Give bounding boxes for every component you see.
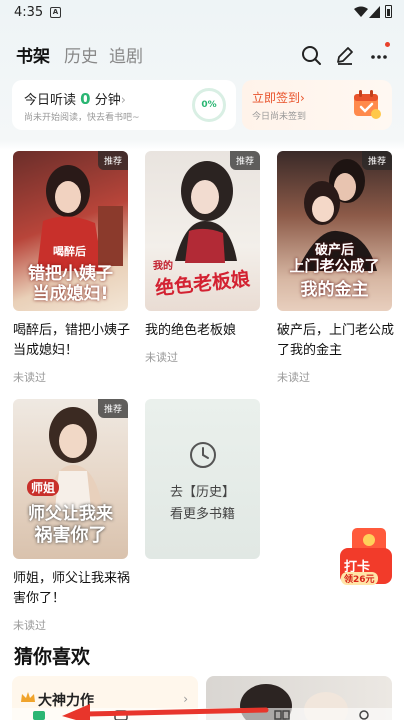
cover-text: 上门老公成了 (289, 257, 380, 275)
cover-text: 师姐 (27, 479, 60, 496)
signin-card[interactable]: 立即签到› 今日尚未签到 (242, 80, 392, 130)
book-cover[interactable]: 我的 绝色老板娘 推荐 (145, 151, 260, 311)
book-status: 未读过 (145, 351, 178, 364)
book-status: 未读过 (13, 371, 46, 384)
listen-time-card[interactable]: 今日听读 0 分钟› 尚未开始阅读，快去看书吧~ 0% (12, 80, 236, 130)
wifi-icon (354, 6, 368, 17)
book-cover[interactable]: 破产后 上门老公成了 我的金主 推荐 (277, 151, 392, 311)
edit-icon[interactable] (334, 44, 356, 66)
book-item[interactable]: 喝醉后 错把小姨子 当成媳妇! 推荐 喝醉后，错把小姨子当成媳妇！ 未读过 (13, 151, 131, 385)
book-item[interactable]: 破产后 上门老公成了 我的金主 推荐 破产后，上门老公成了我的金主 未读过 (277, 151, 395, 385)
bookshelf-nav-icon[interactable] (32, 710, 46, 720)
book-title[interactable]: 我的绝色老板娘 (145, 321, 263, 341)
profile-nav-icon[interactable] (358, 710, 370, 720)
status-time: 4:35 (14, 5, 44, 20)
checkin-float-button[interactable]: 打卡 领26元 (338, 526, 394, 588)
search-icon[interactable] (300, 44, 322, 66)
history-shortcut-card[interactable]: 去【历史】 看更多书籍 (145, 399, 260, 559)
recommend-tag: 推荐 (97, 151, 128, 170)
checkin-reward: 领26元 (341, 572, 378, 585)
tab-bookshelf[interactable]: 书架 (16, 42, 50, 67)
history-sublabel: 看更多书籍 (169, 507, 235, 522)
book-cover[interactable]: 师姐 师父让我来 祸害你了 推荐 (13, 399, 128, 559)
cover-text: 祸害你了 (34, 525, 107, 546)
clock-icon (190, 442, 216, 468)
category-nav-icon[interactable] (274, 710, 290, 720)
book-status: 未读过 (13, 619, 46, 632)
book-title[interactable]: 破产后，上门老公成了我的金主 (277, 321, 395, 361)
book-cover[interactable]: 喝醉后 错把小姨子 当成媳妇! 推荐 (13, 151, 128, 311)
book-item[interactable]: 师姐 师父让我来 祸害你了 推荐 师姐，师父让我来祸害你了！ 未读过 (13, 399, 131, 633)
progress-ring: 0% (192, 88, 226, 122)
signin-title: 立即签到› (252, 91, 305, 105)
recommend-tag: 推荐 (97, 399, 128, 418)
book-item[interactable]: 我的 绝色老板娘 推荐 我的绝色老板娘 未读过 (145, 151, 260, 365)
listen-title: 今日听读 0 分钟› (24, 90, 126, 108)
tab-history[interactable]: 历史 (64, 42, 98, 67)
tab-drama[interactable]: 追剧 (109, 42, 143, 67)
cover-text: 喝醉后 (53, 245, 86, 258)
cover-text: 当成媳妇! (32, 284, 109, 304)
recommend-tag: 推荐 (361, 151, 392, 170)
section-title: 猜你喜欢 (14, 646, 91, 668)
cover-text: 我的金主 (300, 280, 369, 300)
recommend-tag: 推荐 (229, 151, 260, 170)
top-nav: 书架 历史 追剧 (0, 38, 404, 70)
signal-icon (369, 6, 380, 18)
listen-minutes: 0 (80, 90, 91, 108)
battery-icon (385, 5, 392, 18)
listen-subtitle: 尚未开始阅读，快去看书吧~ (24, 113, 140, 123)
signin-subtitle: 今日尚未签到 (252, 112, 307, 122)
annotation-arrow (62, 704, 269, 720)
crown-icon (21, 692, 35, 702)
cover-text: 我的 (153, 261, 173, 272)
status-bar: 4:35 A (0, 0, 404, 26)
more-icon[interactable] (368, 44, 390, 66)
history-label: 去【历史】 (169, 485, 235, 500)
book-status: 未读过 (277, 371, 310, 384)
notification-a-icon: A (50, 7, 61, 18)
notification-dot (385, 42, 390, 47)
book-title[interactable]: 喝醉后，错把小姨子当成媳妇！ (13, 321, 131, 361)
book-title[interactable]: 师姐，师父让我来祸害你了！ (13, 569, 131, 609)
calendar-icon (354, 90, 381, 119)
